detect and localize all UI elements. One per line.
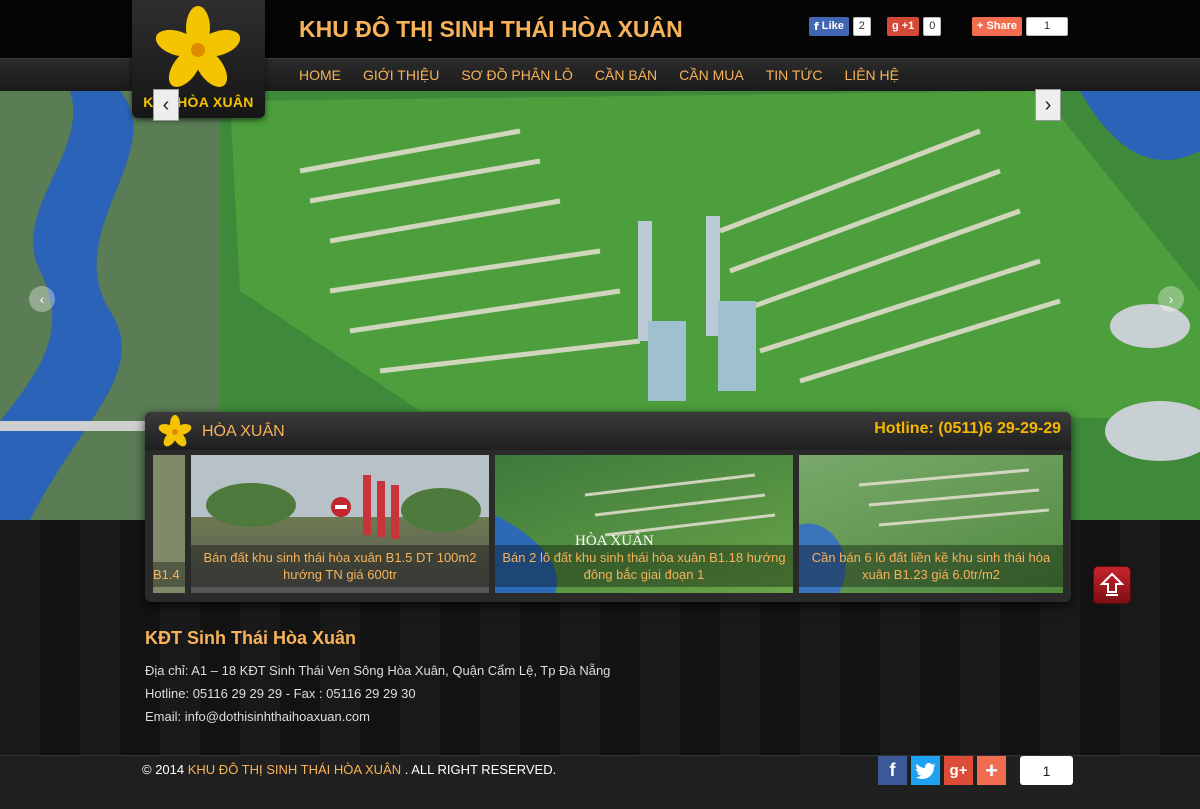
nav-item-lien-he[interactable]: LIÊN HỆ — [845, 67, 899, 83]
carousel-next-button[interactable]: › — [1035, 89, 1061, 121]
nav-item-home[interactable]: HOME — [299, 67, 341, 83]
copyright-site-name[interactable]: KHU ĐÔ THỊ SINH THÁI HÒA XUÂN — [188, 762, 401, 777]
nav-item-can-mua[interactable]: CẦN MUA — [679, 67, 744, 83]
nav-item-can-ban[interactable]: CẦN BÁN — [595, 67, 657, 83]
chevron-left-icon: ‹ — [162, 93, 170, 116]
footer-share-count: 1 — [1020, 756, 1073, 785]
chevron-right-icon: › — [1044, 93, 1052, 116]
featured-listings-panel: HÒA XUÂN Hotline: (0511)6 29-29-29 B1.4 … — [145, 412, 1071, 602]
like-count: 2 — [852, 16, 871, 36]
plus-icon: + — [977, 20, 984, 32]
contact-info: KĐT Sinh Thái Hòa Xuân Địa chỉ: A1 – 18 … — [145, 628, 610, 728]
flower-icon — [158, 415, 192, 447]
listing-caption: Bán đất khu sinh thái hòa xuân B1.5 DT 1… — [191, 545, 489, 587]
site-logo[interactable]: KĐT HÒA XUÂN — [132, 0, 265, 118]
carousel-prev-button[interactable]: ‹ — [153, 89, 179, 121]
back-to-top-button[interactable] — [1093, 566, 1131, 604]
facebook-like-button[interactable]: f Like — [809, 16, 849, 36]
listing-slide[interactable]: Bán đất khu sinh thái hòa xuân B1.5 DT 1… — [191, 455, 489, 593]
panel-header: HÒA XUÂN Hotline: (0511)6 29-29-29 — [145, 412, 1071, 450]
gplus-count: 0 — [923, 16, 942, 36]
copyright-suffix: . ALL RIGHT RESERVED. — [404, 762, 557, 777]
gplus-share-icon[interactable]: g+ — [944, 756, 973, 785]
logo-text: KĐT HÒA XUÂN — [143, 94, 254, 110]
panel-title: HÒA XUÂN — [202, 423, 285, 440]
main-nav: HOME GIỚI THIỆU SƠ ĐỒ PHÂN LÔ CẦN BÁN CẦ… — [299, 67, 921, 83]
listing-slide[interactable]: B1.4 — [153, 455, 185, 593]
hero-next-arrow-icon[interactable]: › — [1158, 286, 1184, 312]
site-title[interactable]: KHU ĐÔ THỊ SINH THÁI HÒA XUÂN — [299, 16, 683, 43]
facebook-icon: f — [814, 19, 819, 33]
gplus-button[interactable]: g +1 — [887, 16, 920, 36]
share-button[interactable]: + Share — [972, 16, 1023, 36]
gplus-icon: g — [892, 20, 899, 32]
nav-item-so-do-phan-lo[interactable]: SƠ ĐỒ PHÂN LÔ — [461, 67, 573, 83]
footer-share-bar: f g+ + 1 — [878, 756, 1073, 785]
listing-caption: Cần bán 6 lô đất liền kề khu sinh thái h… — [799, 545, 1063, 587]
gplus-widget[interactable]: g +1 0 — [887, 16, 942, 36]
nav-item-gioi-thieu[interactable]: GIỚI THIỆU — [363, 67, 439, 83]
share-widget[interactable]: + Share 1 — [972, 16, 1069, 36]
contact-hotline: Hotline: 05116 29 29 29 - Fax : 05116 29… — [145, 686, 416, 701]
like-label: Like — [821, 20, 844, 32]
listing-caption: Bán 2 lô đất khu sinh thái hòa xuân B1.1… — [495, 545, 793, 587]
facebook-like-widget[interactable]: f Like 2 — [809, 16, 871, 36]
listing-slide[interactable]: HÒA XUÂN Bán 2 lô đất khu sinh thái hòa … — [495, 455, 793, 593]
listing-caption: B1.4 — [153, 562, 185, 587]
hotline-text: Hotline: (0511)6 29-29-29 — [874, 420, 1061, 437]
facebook-share-icon[interactable]: f — [878, 756, 907, 785]
more-share-icon[interactable]: + — [977, 756, 1006, 785]
contact-address: Địa chỉ: A1 – 18 KĐT Sinh Thái Ven Sông … — [145, 663, 611, 678]
twitter-share-icon[interactable] — [911, 756, 940, 785]
listing-slide[interactable]: Cần bán 6 lô đất liền kề khu sinh thái h… — [799, 455, 1063, 593]
arrow-up-icon — [1100, 572, 1124, 596]
share-count: 1 — [1026, 16, 1069, 36]
share-label: Share — [986, 20, 1018, 32]
hero-prev-arrow-icon[interactable]: ‹ — [29, 286, 55, 312]
copyright-prefix: © 2014 — [142, 762, 185, 777]
footer: © 2014 KHU ĐÔ THỊ SINH THÁI HÒA XUÂN . A… — [0, 755, 1200, 809]
listing-carousel: B1.4 Bán đất khu sinh thái hòa xuân B1.5… — [153, 455, 1063, 593]
gplus-label: +1 — [901, 20, 915, 32]
contact-email[interactable]: Email: info@dothisinhthaihoaxuan.com — [145, 705, 610, 728]
nav-item-tin-tuc[interactable]: TIN TỨC — [766, 67, 823, 83]
contact-title: KĐT Sinh Thái Hòa Xuân — [145, 628, 357, 648]
copyright: © 2014 KHU ĐÔ THỊ SINH THÁI HÒA XUÂN . A… — [142, 762, 556, 777]
flower-logo-icon — [155, 6, 241, 87]
